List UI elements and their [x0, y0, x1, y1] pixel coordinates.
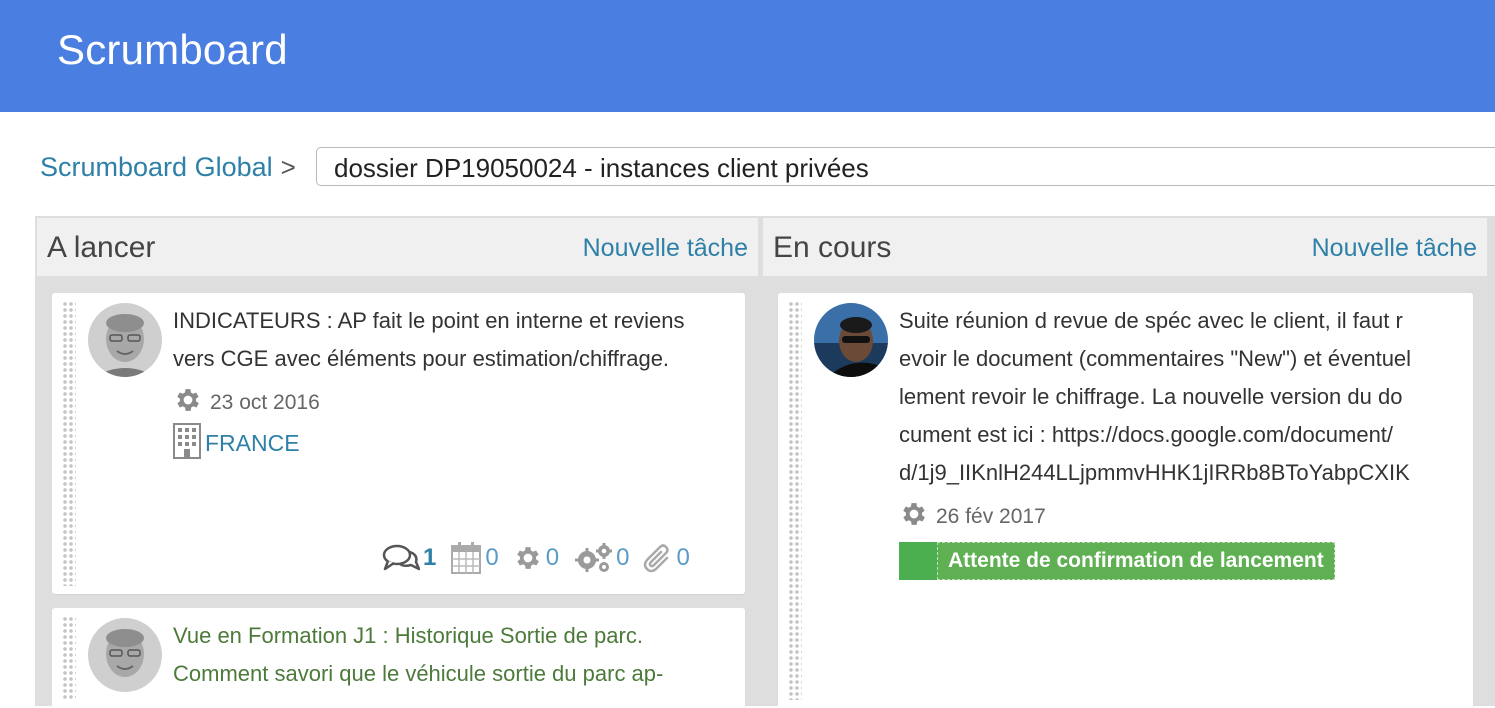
task-description: Suite réunion d revue de spéc avec le cl…: [899, 302, 1411, 492]
task-text-line: Vue en Formation J1 : Historique Sortie …: [173, 623, 643, 648]
task-client-row: FRANCE: [173, 423, 300, 464]
breadcrumb-root-link[interactable]: Scrumboard Global: [40, 152, 273, 183]
column-title: En cours: [773, 231, 892, 264]
avatar: [88, 618, 162, 692]
comments-icon: [382, 543, 420, 573]
task-text-line: vers CGE avec éléments pour estimation/c…: [173, 346, 670, 371]
task-date-row: 23 oct 2016: [173, 385, 320, 420]
project-select[interactable]: dossier DP19050024 - instances client pr…: [316, 147, 1495, 186]
subtasks-counter[interactable]: 0: [573, 542, 629, 574]
avatar: [814, 303, 888, 377]
drag-handle[interactable]: [62, 616, 76, 700]
project-select-value: dossier DP19050024 - instances client pr…: [334, 153, 869, 183]
paperclip-icon: [643, 542, 673, 574]
building-icon: [173, 423, 201, 464]
task-text-line: INDICATEURS : AP fait le point en intern…: [173, 308, 685, 333]
drag-handle[interactable]: [788, 301, 802, 700]
task-text-line: cument est ici : https://docs.google.com…: [899, 422, 1394, 447]
gear-icon: [899, 499, 929, 534]
breadcrumb: Scrumboard Global >: [40, 146, 304, 188]
calendar-icon: [450, 541, 482, 575]
calendar-count: 0: [485, 544, 499, 571]
new-task-link[interactable]: Nouvelle tâche: [1312, 234, 1477, 263]
task-counters: 1 0 0 0 0: [368, 541, 690, 575]
task-date: 23 oct 2016: [210, 390, 320, 414]
task-date: 26 fév 2017: [936, 504, 1046, 528]
comments-counter[interactable]: 1: [382, 543, 436, 573]
task-card[interactable]: INDICATEURS : AP fait le point en intern…: [52, 293, 745, 594]
task-text-line: evoir le document (commentaires "New") e…: [899, 346, 1412, 371]
task-text-line: Suite réunion d revue de spéc avec le cl…: [899, 308, 1403, 333]
gear-icon: [513, 543, 543, 573]
tasks-counter[interactable]: 0: [513, 543, 559, 573]
task-date-row: 26 fév 2017: [899, 499, 1046, 534]
column-header-a-lancer: A lancer Nouvelle tâche: [37, 218, 758, 276]
comments-count: 1: [423, 544, 437, 571]
drag-handle[interactable]: [62, 301, 76, 586]
client-link[interactable]: FRANCE: [205, 430, 300, 457]
calendar-counter[interactable]: 0: [450, 541, 499, 575]
breadcrumb-separator: >: [280, 151, 296, 182]
task-text-line: lement revoir le chiffrage. La nouvelle …: [899, 384, 1403, 409]
task-card[interactable]: Vue en Formation J1 : Historique Sortie …: [52, 608, 745, 708]
new-task-link[interactable]: Nouvelle tâche: [583, 234, 748, 263]
task-description: Vue en Formation J1 : Historique Sortie …: [173, 617, 663, 693]
status-color-square: [899, 542, 937, 580]
avatar: [88, 303, 162, 377]
task-text-line: Comment savori que le véhicule sortie du…: [173, 661, 664, 686]
subtasks-count: 0: [616, 544, 630, 571]
attachments-count: 0: [676, 544, 690, 571]
app-header: Scrumboard: [0, 0, 1495, 112]
column-title: A lancer: [47, 231, 156, 264]
status-label: Attente de confirmation de lancement: [937, 542, 1335, 580]
gear-icon: [173, 385, 203, 420]
task-text-line: d/1j9_IIKnlH244LLjpmmvHHK1jIRRb8BToYabpC…: [899, 460, 1410, 485]
app-title: Scrumboard: [57, 26, 288, 73]
status-badge[interactable]: Attente de confirmation de lancement: [899, 542, 1335, 580]
attachments-counter[interactable]: 0: [643, 542, 690, 574]
gears-icon: [573, 542, 613, 574]
column-header-en-cours: En cours Nouvelle tâche: [763, 218, 1487, 276]
task-card[interactable]: Suite réunion d revue de spéc avec le cl…: [778, 293, 1473, 708]
task-description: INDICATEURS : AP fait le point en intern…: [173, 302, 685, 378]
tasks-count: 0: [545, 544, 560, 571]
